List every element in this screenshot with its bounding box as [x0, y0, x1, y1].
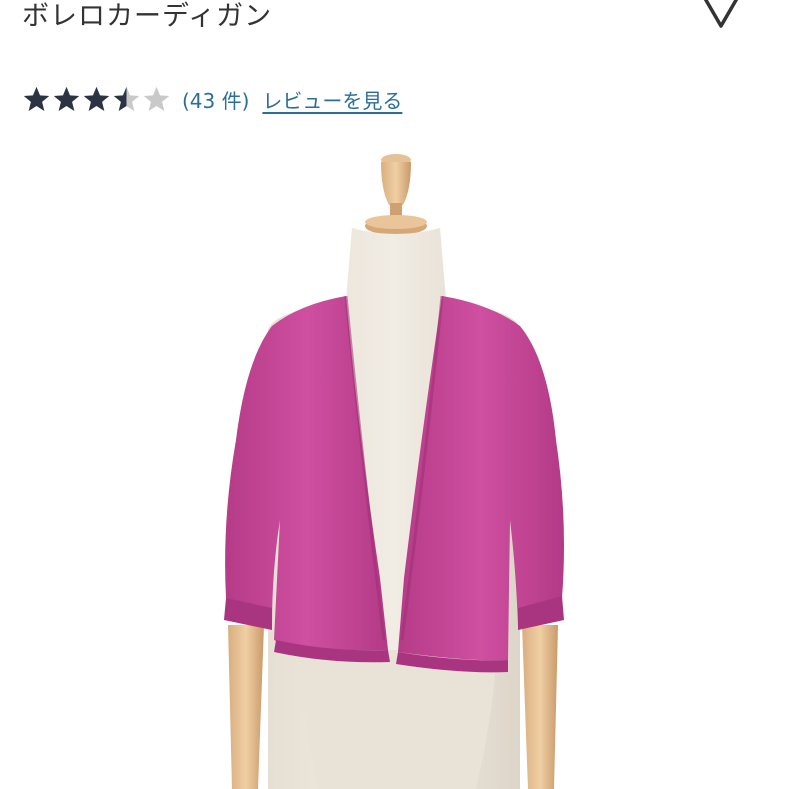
star-icon: [143, 86, 170, 111]
product-image: [224, 154, 564, 789]
star-rating: [22, 85, 172, 114]
mannequin-stand-finial: [365, 154, 427, 235]
product-title: ボレロカーディガン: [22, 1, 273, 32]
star-icon: [23, 86, 50, 111]
review-count: (43 件): [182, 88, 250, 113]
rating-row: (43 件) レビューを見る: [22, 82, 402, 116]
star-icon: [113, 86, 140, 111]
view-reviews-link[interactable]: レビューを見る: [262, 85, 402, 114]
heart-outline-icon[interactable]: [686, 0, 756, 30]
star-icon: [83, 86, 110, 111]
star-icon: [53, 86, 80, 111]
